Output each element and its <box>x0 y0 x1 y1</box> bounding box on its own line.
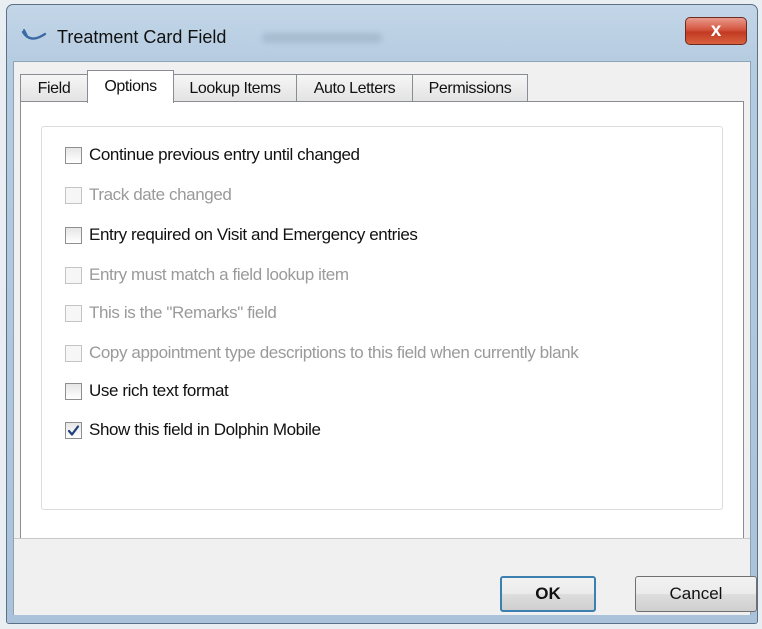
window-bottom-frame <box>7 615 757 623</box>
option-track-date-changed[interactable]: Track date changed <box>65 184 232 206</box>
option-copy-appointment-descriptions[interactable]: Copy appointment type descriptions to th… <box>65 342 579 364</box>
blurred-title-text <box>262 33 382 43</box>
check-mark-icon <box>67 424 80 436</box>
checkbox[interactable] <box>65 344 82 362</box>
button-area-divider <box>14 538 750 539</box>
close-button[interactable]: x <box>685 17 747 45</box>
checkbox[interactable] <box>65 266 82 284</box>
tab-lookup-items[interactable]: Lookup Items <box>173 74 297 102</box>
option-entry-required[interactable]: Entry required on Visit and Emergency en… <box>65 224 418 246</box>
tab-options[interactable]: Options <box>87 70 174 103</box>
option-label: This is the "Remarks" field <box>89 303 277 322</box>
option-label: Track date changed <box>89 185 232 204</box>
app-logo-icon <box>21 29 47 40</box>
ok-button[interactable]: OK <box>500 576 596 612</box>
option-label: Entry required on Visit and Emergency en… <box>89 225 418 244</box>
checkbox[interactable] <box>65 186 82 204</box>
checkbox[interactable] <box>65 146 82 164</box>
option-show-in-dolphin-mobile[interactable]: Show this field in Dolphin Mobile <box>65 419 321 441</box>
option-use-rich-text[interactable]: Use rich text format <box>65 380 229 402</box>
cancel-button[interactable]: Cancel <box>635 576 757 612</box>
dialog-window: Treatment Card Field x Field Options Loo… <box>6 4 758 624</box>
option-label: Continue previous entry until changed <box>89 145 360 164</box>
checkbox[interactable] <box>65 226 82 244</box>
checkbox-checked[interactable] <box>65 421 82 439</box>
checkbox[interactable] <box>65 382 82 400</box>
tab-field[interactable]: Field <box>20 74 88 102</box>
option-entry-must-match-lookup[interactable]: Entry must match a field lookup item <box>65 264 349 286</box>
window-title: Treatment Card Field <box>57 27 227 47</box>
options-tab-page: Continue previous entry until changed Tr… <box>20 101 744 539</box>
checkbox[interactable] <box>65 304 82 322</box>
tab-permissions[interactable]: Permissions <box>412 74 528 102</box>
title-bar[interactable]: Treatment Card Field x <box>7 5 757 61</box>
option-label: Entry must match a field lookup item <box>89 265 349 284</box>
option-remarks-field[interactable]: This is the "Remarks" field <box>65 302 277 324</box>
option-label: Copy appointment type descriptions to th… <box>89 343 579 362</box>
option-label: Show this field in Dolphin Mobile <box>89 420 321 439</box>
option-continue-previous-entry[interactable]: Continue previous entry until changed <box>65 144 360 166</box>
dialog-body: Field Options Lookup Items Auto Letters … <box>13 61 757 617</box>
option-label: Use rich text format <box>89 381 229 400</box>
tab-auto-letters[interactable]: Auto Letters <box>296 74 413 102</box>
